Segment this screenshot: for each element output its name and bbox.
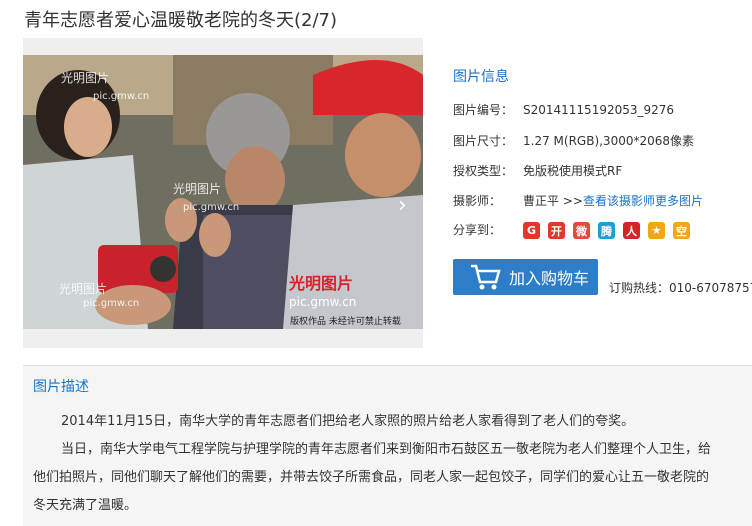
- watermark-main: 光明图片 pic.gmw.cn: [289, 274, 357, 309]
- info-label: 图片编号：: [453, 103, 514, 117]
- description-paragraph-cont: 他们拍照片，同他们聊天了解他们的需要，并带去饺子所需食品，同老人家一起包饺子，同…: [33, 470, 710, 485]
- more-photos-link[interactable]: 查看该摄影师更多图片: [583, 194, 703, 208]
- info-value: S20141115192053_9276: [523, 103, 675, 117]
- photo-frame: 光明图片 pic.gmw.cn 光明图片 pic.gmw.cn 光明图片 pic…: [23, 38, 423, 348]
- add-to-cart-button[interactable]: 加入购物车: [453, 259, 598, 295]
- qq-weibo-share-icon[interactable]: 腾: [598, 222, 615, 239]
- info-row-photographer: 摄影师： 曹正平 >>查看该摄影师更多图片: [453, 192, 703, 209]
- description-paragraph: 2014年11月15日，南华大学的青年志愿者们把给老人家照的照片给老人家看得到了…: [61, 414, 635, 429]
- info-heading: 图片信息: [453, 69, 509, 85]
- info-value: 免版税使用模式RF: [523, 164, 623, 178]
- kaixin-share-icon[interactable]: 开: [548, 222, 565, 239]
- more-prefix: >>: [559, 194, 583, 208]
- photographer-name: 曹正平: [523, 194, 560, 208]
- info-label: 图片尺寸：: [453, 134, 514, 148]
- watermark-url: pic.gmw.cn: [83, 298, 140, 309]
- google-share-icon[interactable]: G: [523, 222, 540, 239]
- info-value: 1.27 M(RGB),3000*2068像素: [523, 134, 695, 148]
- info-row-share: 分享到： G 开微腾人 ★ 空: [453, 221, 690, 239]
- qzone-share-icon[interactable]: 空: [673, 222, 690, 239]
- watermark-logo: 光明图片: [173, 182, 222, 196]
- next-photo-arrow-icon[interactable]: ›: [398, 193, 407, 218]
- watermark-logo: 光明图片: [59, 282, 108, 296]
- info-label: 分享到：: [453, 223, 502, 237]
- description-section: 图片描述 2014年11月15日，南华大学的青年志愿者们把给老人家照的照片给老人…: [23, 365, 752, 526]
- cart-label: 加入购物车: [509, 269, 590, 288]
- info-label: 授权类型：: [453, 164, 514, 178]
- cart-icon: [471, 264, 501, 290]
- info-row-size: 图片尺寸： 1.27 M(RGB),3000*2068像素: [453, 132, 694, 149]
- copyright-notice: 版权作品 未经许可禁止转载: [290, 317, 401, 327]
- watermark-logo: 光明图片: [61, 71, 110, 85]
- info-label: 摄影师：: [453, 194, 502, 208]
- description-paragraph-cont: 冬天充满了温暖。: [33, 498, 138, 513]
- description-heading: 图片描述: [33, 379, 89, 395]
- main-photo[interactable]: 光明图片 pic.gmw.cn 光明图片 pic.gmw.cn 光明图片 pic…: [23, 55, 423, 329]
- watermark-url: pic.gmw.cn: [183, 202, 240, 213]
- watermark-url: pic.gmw.cn: [93, 91, 150, 102]
- order-hotline: 订购热线：010-67078757: [609, 281, 752, 295]
- share-icons: G 开微腾人 ★ 空: [523, 222, 690, 239]
- info-row-id: 图片编号： S20141115192053_9276: [453, 101, 674, 118]
- page-title: 青年志愿者爱心温暖敬老院的冬天(2/7): [24, 10, 338, 31]
- favorite-share-icon[interactable]: ★: [648, 222, 665, 239]
- renren-share-icon[interactable]: 人: [623, 222, 640, 239]
- description-paragraph: 当日，南华大学电气工程学院与护理学院的青年志愿者们来到衡阳市石鼓区五一敬老院为老…: [61, 442, 712, 457]
- info-row-license: 授权类型： 免版税使用模式RF: [453, 162, 622, 179]
- weibo-share-icon[interactable]: 微: [573, 222, 590, 239]
